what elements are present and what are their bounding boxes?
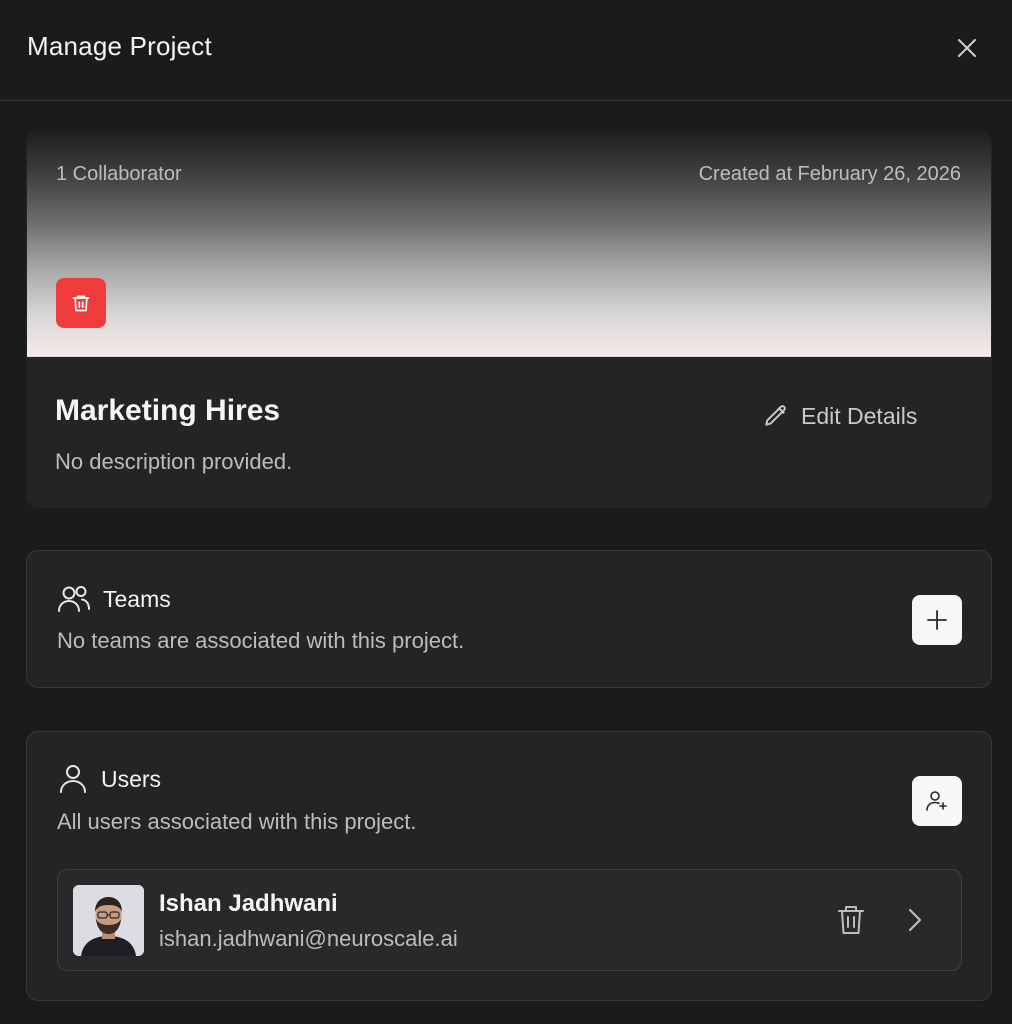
chevron-right-icon (908, 908, 922, 932)
users-group-icon (58, 586, 90, 612)
teams-title: Teams (103, 585, 171, 612)
pencil-icon (765, 405, 786, 426)
users-heading: Users (57, 764, 161, 794)
collaborator-count: 1 Collaborator (56, 163, 182, 185)
list-item[interactable]: Ishan Jadhwani ishan.jadhwani@neuroscale… (57, 869, 962, 971)
user-plus-icon (926, 791, 947, 811)
delete-project-button[interactable] (56, 278, 106, 328)
manage-project-modal: Manage Project 1 Collaborator Created at… (0, 0, 1012, 1024)
add-team-button[interactable] (912, 595, 962, 645)
project-banner: 1 Collaborator Created at February 26, 2… (27, 130, 991, 357)
project-card: 1 Collaborator Created at February 26, 2… (26, 130, 992, 508)
open-user-button[interactable] (903, 904, 927, 936)
created-date: Created at February 26, 2026 (698, 163, 961, 185)
avatar (73, 885, 144, 956)
users-subtitle: All users associated with this project. (57, 809, 417, 834)
trash-icon (838, 906, 864, 934)
project-name: Marketing Hires (55, 394, 281, 427)
project-description: No description provided. (55, 449, 293, 474)
add-user-button[interactable] (912, 776, 962, 826)
teams-section: Teams No teams are associated with this … (26, 550, 992, 688)
plus-icon (927, 610, 947, 630)
modal-header: Manage Project (0, 0, 1012, 101)
users-section: Users All users associated with this pro… (26, 731, 992, 1001)
teams-subtitle: No teams are associated with this projec… (57, 628, 465, 653)
page-title: Manage Project (27, 31, 212, 61)
user-icon (60, 765, 86, 793)
close-button[interactable] (953, 34, 981, 62)
users-title: Users (101, 765, 162, 792)
edit-details-label: Edit Details (801, 402, 918, 429)
teams-heading: Teams (57, 584, 171, 614)
close-icon (958, 39, 976, 57)
edit-details-button[interactable]: Edit Details (763, 400, 917, 432)
trash-icon (72, 295, 90, 312)
user-email: ishan.jadhwani@neuroscale.ai (159, 926, 458, 951)
user-name: Ishan Jadhwani (159, 890, 338, 917)
remove-user-button[interactable] (836, 903, 866, 937)
